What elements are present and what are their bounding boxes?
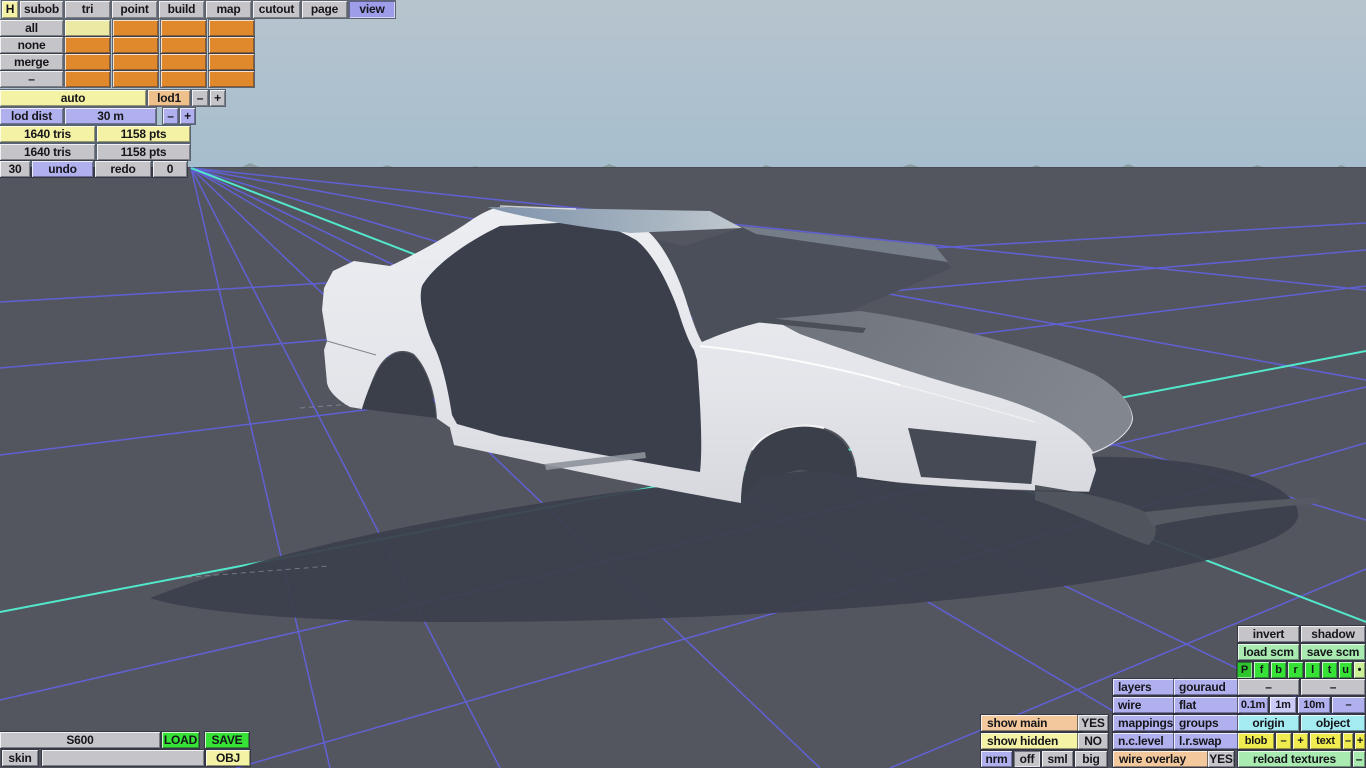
grid-size-dash-button[interactable]: – bbox=[1332, 697, 1365, 713]
invert-button[interactable]: invert bbox=[1238, 626, 1299, 642]
subobject-slot[interactable] bbox=[113, 20, 158, 36]
tris-count-selected: 1640 tris bbox=[0, 126, 95, 142]
proj-button-b[interactable]: b bbox=[1271, 662, 1286, 678]
lod-dist-label[interactable]: lod dist bbox=[0, 108, 63, 124]
dash-button-b[interactable]: – bbox=[1301, 679, 1365, 695]
nrm-big-button[interactable]: big bbox=[1075, 751, 1107, 767]
subobject-all-button[interactable]: all bbox=[0, 20, 63, 36]
wire-button[interactable]: wire bbox=[1113, 697, 1177, 713]
proj-button-l[interactable]: l bbox=[1305, 662, 1320, 678]
lod-plus-button[interactable]: + bbox=[210, 90, 225, 106]
subobject-slot[interactable] bbox=[65, 54, 110, 70]
subobject-dash-button[interactable]: – bbox=[0, 71, 63, 87]
proj-button-dot[interactable]: • bbox=[1354, 662, 1365, 678]
nrm-off-button[interactable]: off bbox=[1014, 751, 1040, 767]
lr-swap-button[interactable]: l.r.swap bbox=[1174, 733, 1240, 749]
proj-button-r[interactable]: r bbox=[1288, 662, 1303, 678]
menu-item-build[interactable]: build bbox=[159, 1, 204, 18]
menu-item-page[interactable]: page bbox=[302, 1, 347, 18]
nc-level-button[interactable]: n.c.level bbox=[1113, 733, 1177, 749]
wire-overlay-button[interactable]: wire overlay bbox=[1113, 751, 1212, 767]
load-scm-button[interactable]: load scm bbox=[1238, 644, 1299, 660]
wire-overlay-toggle[interactable]: YES bbox=[1208, 751, 1234, 767]
lod-auto-button[interactable]: auto bbox=[0, 90, 146, 106]
redo-count: 0 bbox=[153, 161, 187, 177]
undo-count: 30 bbox=[0, 161, 30, 177]
subobject-slot[interactable] bbox=[161, 20, 206, 36]
redo-button[interactable]: redo bbox=[95, 161, 151, 177]
viewport-3d[interactable] bbox=[0, 0, 1366, 768]
show-main-toggle[interactable]: YES bbox=[1078, 715, 1108, 731]
grid-size-10m-button[interactable]: 10m bbox=[1298, 697, 1330, 713]
subobject-slot[interactable] bbox=[113, 37, 158, 53]
subobject-slot[interactable] bbox=[209, 20, 254, 36]
skin-button[interactable]: skin bbox=[2, 750, 38, 766]
menu-item-map[interactable]: map bbox=[206, 1, 251, 18]
reload-textures-dash-button[interactable]: – bbox=[1353, 751, 1365, 767]
lod-dist-value[interactable]: 30 m bbox=[65, 108, 156, 124]
object-button[interactable]: object bbox=[1301, 715, 1365, 731]
blob-plus-button[interactable]: + bbox=[1293, 733, 1308, 749]
menu-item-view[interactable]: view bbox=[349, 1, 395, 18]
menu-item-cutout[interactable]: cutout bbox=[253, 1, 300, 18]
layers-button[interactable]: layers bbox=[1113, 679, 1177, 695]
proj-button-u[interactable]: u bbox=[1339, 662, 1352, 678]
blob-button[interactable]: blob bbox=[1238, 733, 1274, 749]
subobject-slot[interactable] bbox=[113, 71, 158, 87]
pts-count-total: 1158 pts bbox=[97, 144, 190, 160]
lod-dist-plus-button[interactable]: + bbox=[180, 108, 195, 124]
gouraud-button[interactable]: gouraud bbox=[1174, 679, 1240, 695]
subobject-slot[interactable] bbox=[65, 71, 110, 87]
grid-size-1m-button[interactable]: 1m bbox=[1270, 697, 1296, 713]
origin-button[interactable]: origin bbox=[1238, 715, 1299, 731]
subobject-slot[interactable] bbox=[113, 54, 158, 70]
show-hidden-button[interactable]: show hidden bbox=[981, 733, 1082, 749]
lod-minus-button[interactable]: – bbox=[192, 90, 208, 106]
groups-button[interactable]: groups bbox=[1174, 715, 1240, 731]
menu-item-subob[interactable]: subob bbox=[20, 1, 63, 18]
tris-count-total: 1640 tris bbox=[0, 144, 95, 160]
undo-button[interactable]: undo bbox=[32, 161, 93, 177]
subobject-slot-selected[interactable] bbox=[65, 20, 110, 36]
blob-minus-button[interactable]: – bbox=[1276, 733, 1291, 749]
menu-item-tri[interactable]: tri bbox=[65, 1, 110, 18]
proj-button-f[interactable]: f bbox=[1254, 662, 1269, 678]
skin-name-field[interactable] bbox=[42, 750, 204, 766]
lod-level-button[interactable]: lod1 bbox=[148, 90, 190, 106]
mappings-button[interactable]: mappings bbox=[1113, 715, 1177, 731]
save-button[interactable]: SAVE bbox=[205, 732, 249, 748]
flat-button[interactable]: flat bbox=[1174, 697, 1240, 713]
load-button[interactable]: LOAD bbox=[162, 732, 199, 748]
show-main-button[interactable]: show main bbox=[981, 715, 1082, 731]
menu-item-h[interactable]: H bbox=[2, 1, 18, 18]
subobject-slot[interactable] bbox=[65, 37, 110, 53]
obj-export-button[interactable]: OBJ bbox=[206, 750, 250, 766]
proj-button-p[interactable]: P bbox=[1237, 662, 1252, 678]
subobject-slot[interactable] bbox=[209, 37, 254, 53]
dash-button-a[interactable]: – bbox=[1238, 679, 1299, 695]
shadow-button[interactable]: shadow bbox=[1301, 626, 1365, 642]
model-name-field[interactable]: S600 bbox=[0, 732, 160, 748]
nrm-button[interactable]: nrm bbox=[981, 751, 1012, 767]
proj-button-t[interactable]: t bbox=[1322, 662, 1337, 678]
lod-dist-minus-button[interactable]: – bbox=[163, 108, 178, 124]
subobject-slot[interactable] bbox=[209, 54, 254, 70]
subobject-slot[interactable] bbox=[161, 37, 206, 53]
text-minus-button[interactable]: – bbox=[1343, 733, 1353, 749]
show-hidden-toggle[interactable]: NO bbox=[1078, 733, 1108, 749]
nrm-sml-button[interactable]: sml bbox=[1042, 751, 1073, 767]
subobject-slot[interactable] bbox=[161, 71, 206, 87]
text-plus-button[interactable]: + bbox=[1355, 733, 1365, 749]
subobject-slot[interactable] bbox=[209, 71, 254, 87]
grid-size-01m-button[interactable]: 0.1m bbox=[1238, 697, 1268, 713]
subobject-merge-button[interactable]: merge bbox=[0, 54, 63, 70]
pts-count-selected: 1158 pts bbox=[97, 126, 190, 142]
text-button[interactable]: text bbox=[1310, 733, 1341, 749]
subobject-slot[interactable] bbox=[161, 54, 206, 70]
menu-item-point[interactable]: point bbox=[112, 1, 157, 18]
reload-textures-button[interactable]: reload textures bbox=[1238, 751, 1351, 767]
save-scm-button[interactable]: save scm bbox=[1301, 644, 1365, 660]
subobject-none-button[interactable]: none bbox=[0, 37, 63, 53]
